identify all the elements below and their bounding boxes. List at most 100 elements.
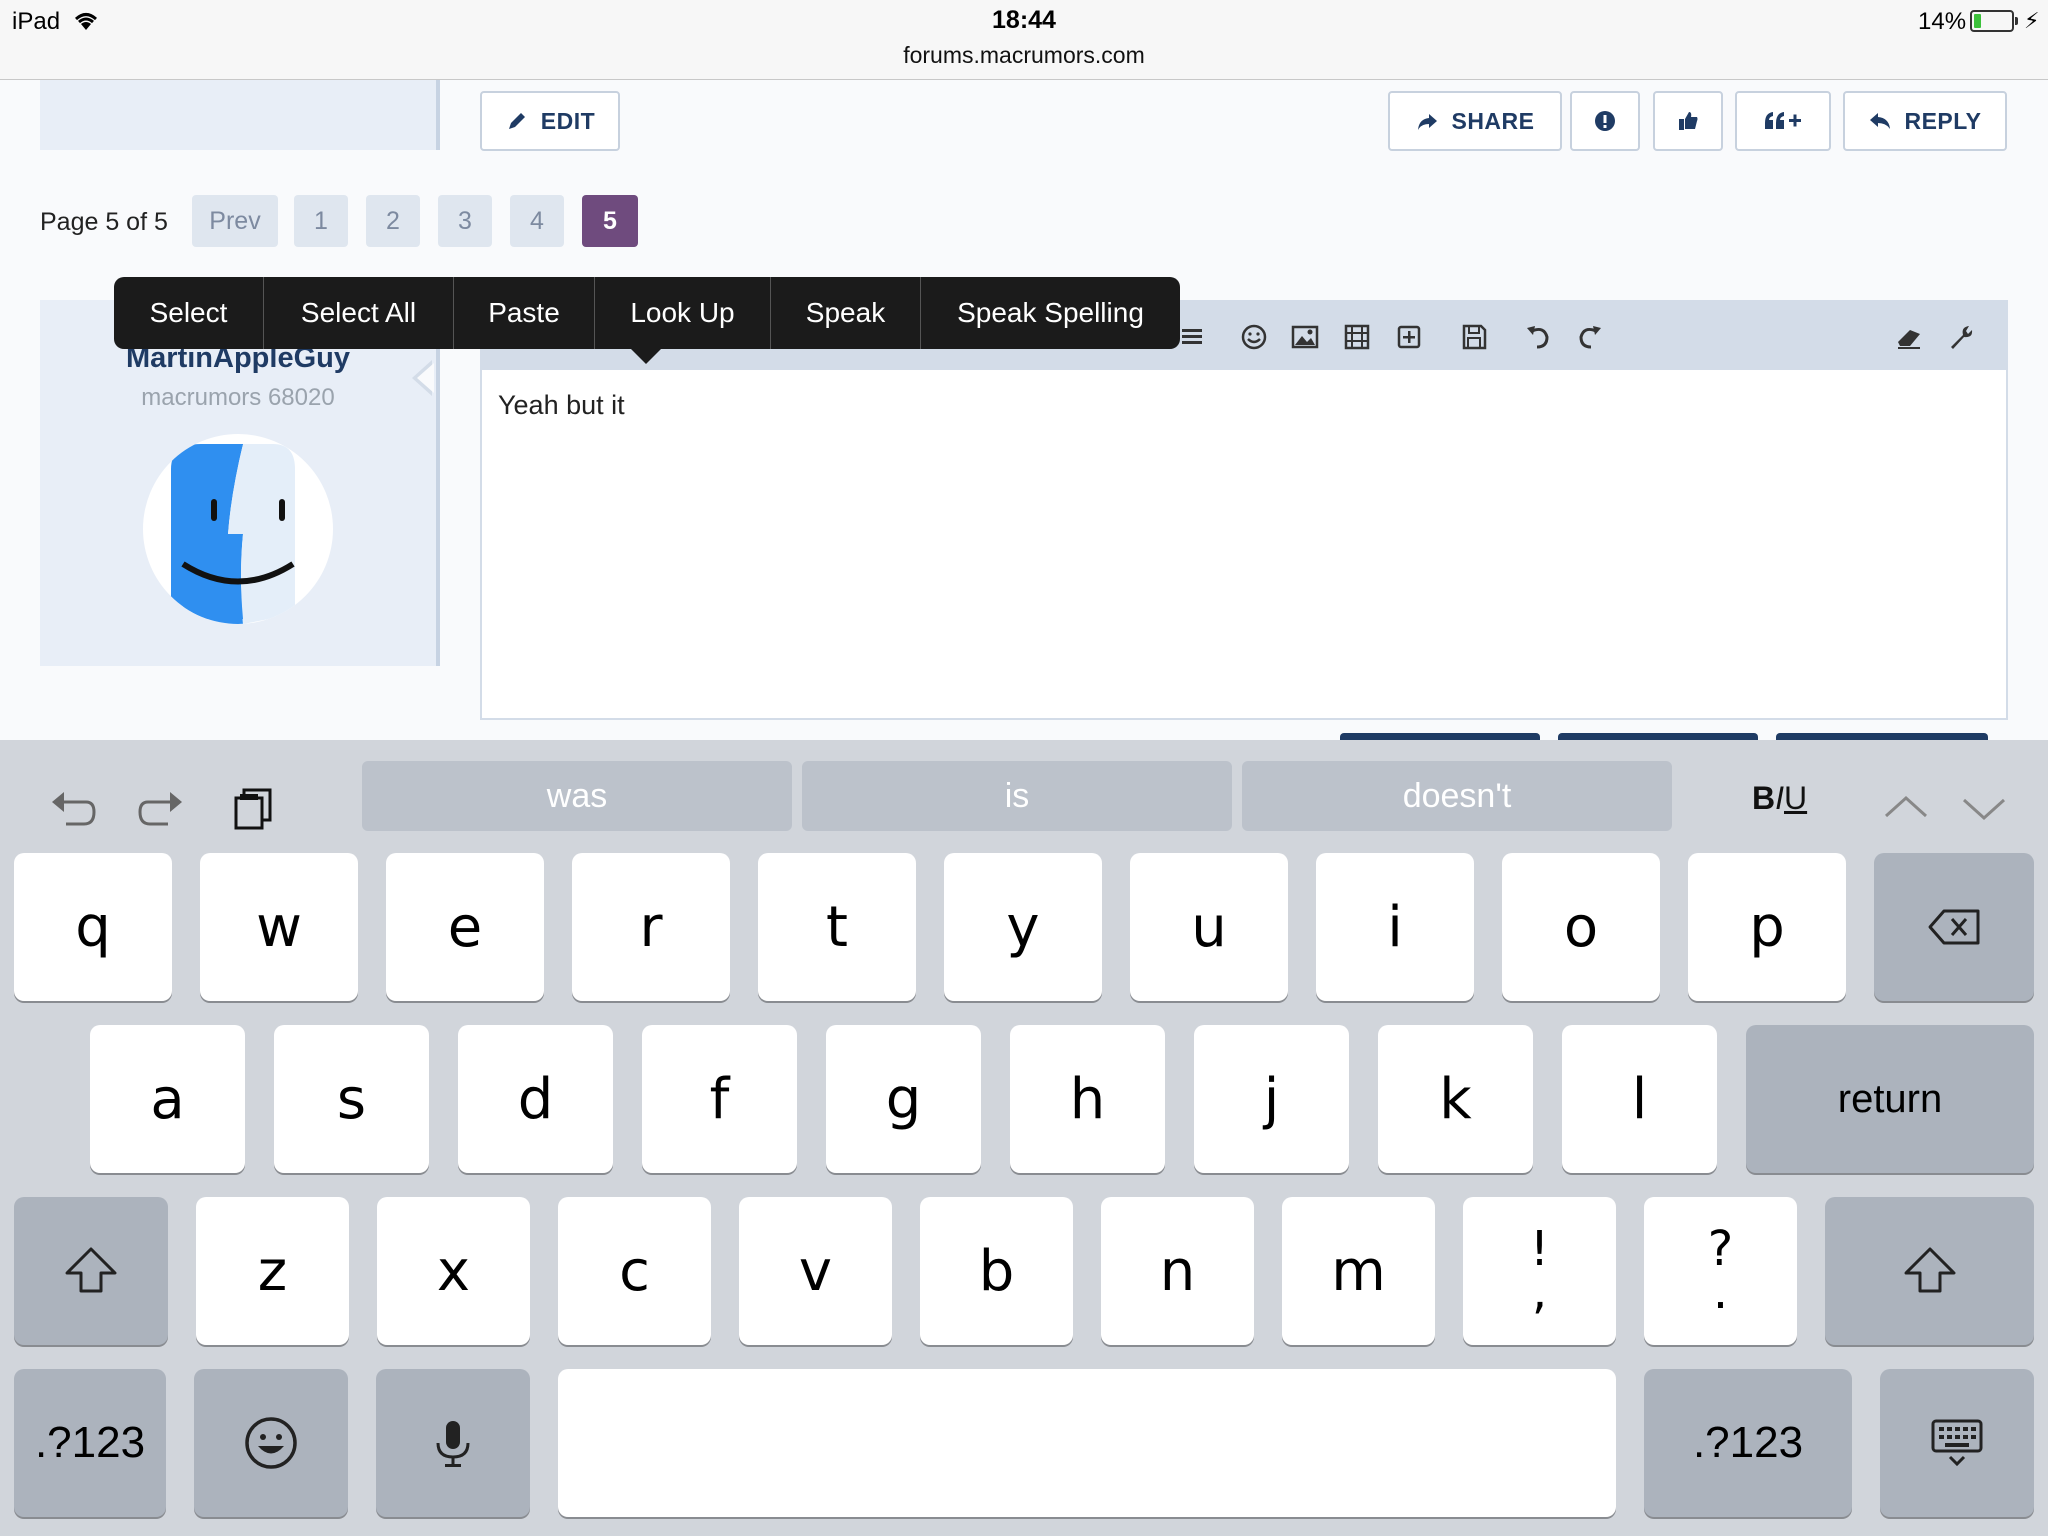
key-exclamation-comma[interactable]: !,: [1463, 1197, 1616, 1345]
key-y[interactable]: y: [944, 853, 1102, 1001]
key-t[interactable]: t: [758, 853, 916, 1001]
page-indicator: Page 5 of 5: [40, 208, 168, 236]
report-button[interactable]: [1570, 91, 1640, 151]
page-5-button[interactable]: 5: [582, 195, 638, 247]
multi-quote-button[interactable]: [1735, 91, 1831, 151]
period-glyph: .: [1712, 1264, 1729, 1320]
key-u[interactable]: u: [1130, 853, 1288, 1001]
exclamation-icon: [1595, 111, 1615, 131]
hide-keyboard-key[interactable]: [1880, 1369, 2034, 1517]
key-q[interactable]: q: [14, 853, 172, 1001]
smiley-icon[interactable]: [1239, 322, 1269, 352]
clock: 18:44: [992, 6, 1056, 34]
image-icon[interactable]: [1290, 322, 1320, 352]
backspace-key[interactable]: [1874, 853, 2034, 1001]
edit-label: EDIT: [540, 107, 596, 134]
underline-glyph: U: [1784, 780, 1808, 816]
eraser-icon[interactable]: [1894, 322, 1924, 352]
chevron-down-icon[interactable]: [1956, 780, 2012, 836]
list-icon[interactable]: [1176, 322, 1206, 352]
keyboard-dismiss-icon: [1931, 1419, 1983, 1467]
key-k[interactable]: k: [1378, 1025, 1533, 1173]
paste-shortcut-icon[interactable]: [226, 780, 282, 836]
emoji-key[interactable]: [194, 1369, 348, 1517]
user-panel: MartinAppleGuy macrumors 68020: [40, 300, 440, 666]
key-x[interactable]: x: [377, 1197, 530, 1345]
return-key[interactable]: return: [1746, 1025, 2034, 1173]
reply-label: REPLY: [1904, 107, 1982, 134]
save-draft-icon[interactable]: [1459, 322, 1489, 352]
key-question-period[interactable]: ?.: [1644, 1197, 1797, 1345]
key-c[interactable]: c: [558, 1197, 711, 1345]
reply-editor[interactable]: Yeah but it: [480, 300, 2008, 720]
key-g[interactable]: g: [826, 1025, 981, 1173]
shift-icon: [1904, 1247, 1955, 1293]
quote-plus-icon: [1765, 112, 1801, 129]
edit-button[interactable]: EDIT: [480, 91, 620, 151]
key-p[interactable]: p: [1688, 853, 1846, 1001]
key-f[interactable]: f: [642, 1025, 797, 1173]
menu-select[interactable]: Select: [114, 277, 264, 349]
dictation-key[interactable]: [376, 1369, 530, 1517]
key-j[interactable]: j: [1194, 1025, 1349, 1173]
media-icon[interactable]: [1342, 322, 1372, 352]
undo-icon[interactable]: [1523, 322, 1553, 352]
insert-icon[interactable]: [1394, 322, 1424, 352]
key-v[interactable]: v: [739, 1197, 892, 1345]
key-e[interactable]: e: [386, 853, 544, 1001]
key-o[interactable]: o: [1502, 853, 1660, 1001]
key-a[interactable]: a: [90, 1025, 245, 1173]
key-r[interactable]: r: [572, 853, 730, 1001]
numbers-right-key[interactable]: .?123: [1644, 1369, 1852, 1517]
page-2-button[interactable]: 2: [366, 195, 420, 247]
redo-shortcut-icon[interactable]: [134, 780, 190, 836]
page-1-button[interactable]: 1: [294, 195, 348, 247]
chevron-up-icon[interactable]: [1878, 780, 1934, 836]
menu-look-up[interactable]: Look Up: [595, 277, 771, 349]
key-d[interactable]: d: [458, 1025, 613, 1173]
numbers-left-key[interactable]: .?123: [14, 1369, 166, 1517]
key-s[interactable]: s: [274, 1025, 429, 1173]
key-w[interactable]: w: [200, 853, 358, 1001]
key-z[interactable]: z: [196, 1197, 349, 1345]
page-4-button[interactable]: 4: [510, 195, 564, 247]
edit-menu: Select Select All Paste Look Up Speak Sp…: [114, 277, 1180, 349]
url-bar[interactable]: forums.macrumors.com: [0, 42, 2048, 69]
editor-text[interactable]: Yeah but it: [498, 390, 625, 421]
share-label: SHARE: [1451, 107, 1535, 134]
thumbs-up-icon: [1679, 112, 1698, 130]
like-button[interactable]: [1653, 91, 1723, 151]
status-bar: iPad 18:44 forums.macrumors.com 14% ⚡: [0, 0, 2048, 80]
redo-icon[interactable]: [1575, 322, 1605, 352]
key-b[interactable]: b: [920, 1197, 1073, 1345]
key-i[interactable]: i: [1316, 853, 1474, 1001]
menu-paste[interactable]: Paste: [454, 277, 595, 349]
panel-pointer-inner: [417, 363, 434, 393]
suggestion-2[interactable]: is: [802, 761, 1232, 831]
wrench-icon[interactable]: [1946, 322, 1976, 352]
page-3-button[interactable]: 3: [438, 195, 492, 247]
reply-button[interactable]: REPLY: [1843, 91, 2007, 151]
battery-percent: 14%: [1918, 8, 1967, 35]
suggestion-1[interactable]: was: [362, 761, 792, 831]
share-button[interactable]: SHARE: [1388, 91, 1562, 151]
undo-shortcut-icon[interactable]: [44, 780, 100, 836]
avatar[interactable]: [143, 434, 333, 624]
menu-speak[interactable]: Speak: [771, 277, 921, 349]
suggestion-3[interactable]: doesn't: [1242, 761, 1672, 831]
shift-left-key[interactable]: [14, 1197, 168, 1345]
format-button[interactable]: BIU: [1752, 780, 1807, 817]
key-m[interactable]: m: [1282, 1197, 1435, 1345]
menu-select-all[interactable]: Select All: [264, 277, 454, 349]
key-h[interactable]: h: [1010, 1025, 1165, 1173]
pencil-icon: [508, 113, 525, 129]
shift-right-key[interactable]: [1825, 1197, 2034, 1345]
key-l[interactable]: l: [1562, 1025, 1717, 1173]
charging-icon: ⚡: [2024, 8, 2040, 33]
space-key[interactable]: [558, 1369, 1616, 1517]
prev-page-button[interactable]: Prev: [192, 195, 278, 247]
edit-menu-pointer: [630, 348, 662, 364]
menu-speak-spelling[interactable]: Speak Spelling: [921, 277, 1180, 349]
italic-glyph: I: [1775, 780, 1784, 816]
key-n[interactable]: n: [1101, 1197, 1254, 1345]
